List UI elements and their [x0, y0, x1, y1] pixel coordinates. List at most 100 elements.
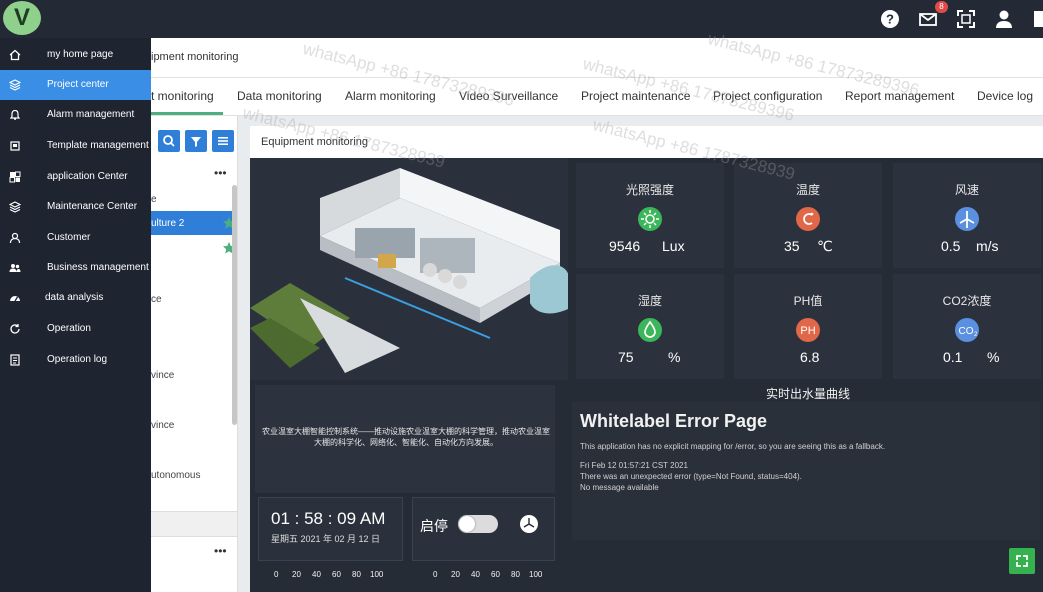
gauge-tick: 0: [433, 570, 438, 579]
list-icon: [218, 137, 228, 145]
toggle-knob: [459, 516, 475, 532]
error-title: Whitelabel Error Page: [580, 411, 768, 431]
tab-bar: t monitoring Data monitoring Alarm monit…: [151, 78, 1043, 116]
top-bar: V ? 8: [0, 0, 1043, 38]
equipment-monitoring-header: Equipment monitoring: [250, 126, 1043, 158]
tree-more-button[interactable]: •••: [214, 166, 227, 180]
tree-item-selected-label[interactable]: ulture 2: [151, 218, 184, 229]
equipment-monitoring-title: Equipment monitoring: [261, 136, 369, 148]
clock-time: 01 : 58 : 09 AM: [271, 509, 386, 528]
search-button[interactable]: [158, 130, 180, 152]
greenhouse-illustration: [250, 168, 570, 373]
logo[interactable]: V: [3, 1, 41, 35]
gauge-tick: 60: [332, 570, 341, 579]
tab-project-configuration[interactable]: Project configuration: [713, 89, 822, 103]
sidebar: my home page Project center Alarm manage…: [0, 38, 151, 592]
ph-icon: PH: [796, 318, 820, 342]
tab-project-maintenance[interactable]: Project maintenance: [581, 89, 690, 103]
tree-more-button-2[interactable]: •••: [214, 544, 227, 558]
group-icon: [9, 264, 21, 272]
error-line: This application has no explicit mapping…: [580, 442, 886, 451]
gauge-tick: 40: [312, 570, 321, 579]
sidebar-item-template-management[interactable]: Template management: [0, 131, 151, 161]
gauge-tick: 80: [511, 570, 520, 579]
expand-button[interactable]: [1009, 548, 1035, 574]
refresh-icon: [10, 324, 20, 334]
tree-item[interactable]: vince: [151, 370, 174, 381]
fullscreen-icon[interactable]: [956, 9, 976, 29]
gauge-tick: 20: [292, 570, 301, 579]
sidebar-item-project-center[interactable]: Project center: [0, 70, 151, 100]
sidebar-item-application-center[interactable]: application Center: [0, 162, 151, 192]
sidebar-item-operation[interactable]: Operation: [0, 314, 151, 344]
sidebar-item-business-management[interactable]: Business management: [0, 253, 151, 283]
breadcrumb[interactable]: ipment monitoring: [151, 51, 238, 63]
water-output-curve-title: 实时出水量曲线: [765, 387, 850, 401]
thermo-icon: [796, 207, 820, 231]
template-icon: [10, 141, 20, 151]
mail-icon[interactable]: [918, 9, 938, 29]
filter-icon: [191, 137, 201, 147]
start-stop-toggle[interactable]: [458, 515, 498, 533]
expand-icon: [1016, 555, 1028, 567]
dashboard-icon: [10, 296, 20, 302]
clock-panel: [258, 497, 403, 561]
svg-text:PH: PH: [800, 325, 815, 337]
tab-report-management[interactable]: Report management: [845, 89, 954, 103]
error-line: No message available: [580, 483, 659, 492]
sensor-card-humidity: 湿度 75 %: [576, 274, 724, 379]
search-icon: [163, 135, 175, 147]
mail-badge: 8: [935, 1, 948, 13]
start-stop-label: 启停: [420, 518, 448, 534]
tab-device-log[interactable]: Device log: [977, 89, 1033, 103]
svg-text:?: ?: [886, 12, 894, 27]
tab-data-monitoring[interactable]: Data monitoring: [237, 89, 322, 103]
svg-text:CO: CO: [959, 326, 974, 337]
sidebar-item-data-analysis[interactable]: data analysis: [0, 283, 151, 313]
layers-icon: [9, 79, 21, 91]
drop-icon: [638, 318, 662, 342]
sun-icon: [638, 207, 662, 231]
grid-icon: [9, 171, 21, 183]
tab-equipment-monitoring[interactable]: t monitoring: [151, 89, 214, 103]
user-icon[interactable]: [994, 9, 1014, 29]
tab-alarm-monitoring[interactable]: Alarm monitoring: [345, 89, 436, 103]
tree-item[interactable]: vince: [151, 420, 174, 431]
gauge-tick: 0: [274, 570, 279, 579]
svg-text:2: 2: [974, 332, 978, 338]
tab-video-surveillance[interactable]: Video Surveillance: [459, 89, 558, 103]
gauge-tick: 100: [370, 570, 384, 579]
sensor-card-ph: PH值 PH 6.8: [734, 274, 882, 379]
sidebar-item-alarm-management[interactable]: Alarm management: [0, 100, 151, 130]
error-line: Fri Feb 12 01:57:21 CST 2021: [580, 461, 688, 470]
tree-item[interactable]: utonomous: [151, 470, 200, 481]
sidebar-item-home[interactable]: my home page: [0, 40, 151, 70]
gauge-tick: 100: [529, 570, 543, 579]
gauge-tick: 20: [451, 570, 460, 579]
help-icon[interactable]: ?: [880, 9, 900, 29]
tree-item[interactable]: ce: [151, 294, 162, 305]
project-tree: ••• e ulture 2 ce vince vince utonomous …: [151, 116, 238, 592]
fan-icon[interactable]: [520, 515, 538, 533]
sensor-card-temperature: 温度 35 ℃: [734, 163, 882, 268]
sensor-card-co2: CO2浓度 CO 2 0.1 %: [893, 274, 1041, 379]
log-icon: [10, 354, 20, 366]
stack-icon: [9, 201, 21, 213]
gauge-tick: 80: [352, 570, 361, 579]
list-button[interactable]: [212, 130, 234, 152]
windmill-icon: [955, 207, 979, 231]
bell-icon: [9, 109, 21, 120]
tree-scrollbar[interactable]: [232, 185, 237, 425]
sidebar-item-customer[interactable]: Customer: [0, 223, 151, 253]
sidebar-item-operation-log[interactable]: Operation log: [0, 345, 151, 375]
filter-button[interactable]: [185, 130, 207, 152]
person-icon: [9, 232, 21, 244]
sidebar-item-maintenance-center[interactable]: Maintenance Center: [0, 192, 151, 222]
gauge-tick: 40: [471, 570, 480, 579]
error-line: There was an unexpected error (type=Not …: [580, 472, 802, 481]
clock-date: 星期五 2021 年 02 月 12 日: [271, 534, 381, 544]
active-tab-indicator: [151, 112, 223, 115]
sidebar-toggle-icon[interactable]: [1034, 11, 1043, 27]
tree-item[interactable]: e: [151, 194, 157, 205]
scene-caption: 农业温室大棚智能控制系统——推动设施农业温室大棚的科学管理，推动农业温室大棚的科…: [262, 427, 550, 447]
